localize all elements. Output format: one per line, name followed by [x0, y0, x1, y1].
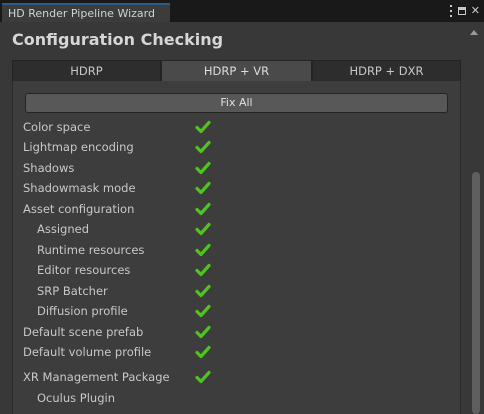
tab-hdrp-vr[interactable]: HDRP + VR — [161, 60, 312, 81]
check-label: Runtime resources — [37, 243, 145, 257]
kebab-menu-icon[interactable] — [449, 5, 453, 17]
check-row: Default scene prefab — [13, 323, 453, 341]
checkmark-icon — [195, 304, 211, 318]
checkmark-icon — [195, 202, 211, 216]
check-row: Shadows — [13, 159, 453, 177]
check-row: SRP Batcher — [13, 282, 453, 300]
check-row: Shadowmask mode — [13, 179, 453, 197]
check-row: Color space — [13, 118, 453, 136]
check-label: Default volume profile — [23, 345, 152, 359]
check-label: Assigned — [37, 222, 90, 236]
checkmark-icon — [195, 325, 211, 339]
check-label: Oculus Plugin — [37, 391, 115, 405]
checkmark-icon — [195, 284, 211, 298]
checkmark-icon — [195, 243, 211, 257]
check-row: Oculus Plugin — [13, 389, 453, 407]
tab-hdrp[interactable]: HDRP — [12, 60, 161, 81]
check-label: XR Management Package — [23, 370, 170, 384]
check-row: Diffusion profile — [13, 302, 453, 320]
check-row: XR Management Package — [13, 368, 453, 386]
checkmark-icon — [195, 263, 211, 277]
check-label: Color space — [23, 120, 91, 134]
checkmark-icon — [195, 222, 211, 236]
close-icon[interactable]: ✕ — [471, 4, 480, 18]
check-label: Shadowmask mode — [23, 181, 136, 195]
window-tab[interactable]: HD Render Pipeline Wizard — [2, 3, 170, 22]
checks-panel: Fix All Color space Lightmap encoding Shad… — [12, 81, 461, 414]
checkmark-icon — [195, 140, 211, 154]
check-label: Default scene prefab — [23, 325, 144, 339]
checkmark-icon — [195, 345, 211, 359]
check-row: Assigned — [13, 220, 453, 238]
checkmark-icon — [195, 181, 211, 195]
scroll-up-arrow-icon[interactable] — [470, 30, 478, 35]
check-label: Editor resources — [37, 263, 131, 277]
checkmark-icon — [195, 120, 211, 134]
page-title: Configuration Checking — [12, 30, 224, 49]
fix-all-button[interactable]: Fix All — [25, 93, 448, 113]
check-row: Lightmap encoding — [13, 138, 453, 156]
check-row: Default volume profile — [13, 343, 453, 361]
check-label: Asset configuration — [23, 202, 135, 216]
check-row: Editor resources — [13, 261, 453, 279]
check-row: Runtime resources — [13, 241, 453, 259]
checkmark-icon — [195, 161, 211, 175]
check-label: Shadows — [23, 161, 75, 175]
window-tab-bar: HD Render Pipeline Wizard ✕ — [0, 0, 484, 22]
check-label: Diffusion profile — [37, 304, 128, 318]
scrollbar-thumb[interactable] — [472, 172, 480, 414]
tab-hdrp-dxr[interactable]: HDRP + DXR — [312, 60, 461, 81]
vertical-scrollbar[interactable] — [470, 40, 482, 414]
window-controls: ✕ — [449, 4, 480, 18]
checkmark-icon — [195, 370, 211, 384]
check-row: Asset configuration — [13, 200, 453, 218]
check-label: SRP Batcher — [37, 284, 108, 298]
maximize-icon[interactable] — [457, 7, 466, 15]
config-tabs: HDRP HDRP + VR HDRP + DXR — [12, 60, 461, 81]
check-label: Lightmap encoding — [23, 140, 134, 154]
